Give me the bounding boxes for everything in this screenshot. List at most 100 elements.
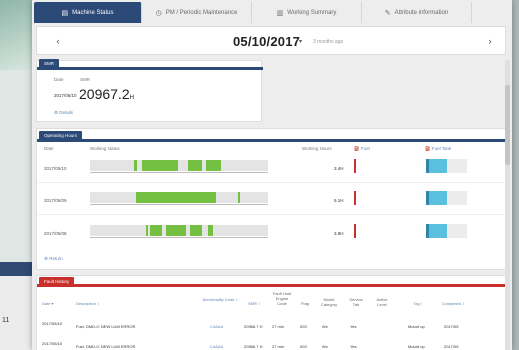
- fuel-tank-level-edge: [426, 159, 429, 173]
- working-segment: [150, 225, 162, 236]
- tab-label: Attribute information: [394, 9, 449, 16]
- next-date-button[interactable]: ›: [477, 36, 503, 46]
- working-segment: [190, 225, 202, 236]
- working-segment: [208, 225, 213, 236]
- column-header-description[interactable]: Description ↕: [76, 301, 130, 306]
- working-segment: [206, 160, 221, 171]
- fault-row-description: Fuel, DMD-0: NEW LUM ERROR: [76, 324, 136, 329]
- fuel-tank-level: [426, 191, 447, 205]
- working-segment: [136, 192, 216, 203]
- working-segment: [188, 160, 202, 171]
- fault-history-panel: Fault History: [36, 275, 507, 350]
- date-navigation-bar: ‹ 05/10/2017 ▾ 3 months ago ›: [36, 26, 506, 55]
- fault-row-description: Fuel, DMD-0: NEW LUM ERROR: [76, 344, 136, 349]
- scrollbar-thumb[interactable]: [505, 85, 510, 165]
- smr-value: 20967.2H: [79, 86, 134, 102]
- column-header-working-hours: Working Hours: [302, 146, 332, 151]
- working-segment: [134, 160, 137, 171]
- row-divider: [38, 182, 504, 183]
- fault-row-code[interactable]: C4AAA: [210, 344, 223, 349]
- fault-row-completed: 2017/05: [444, 324, 459, 329]
- column-header-model-category: Model Category: [320, 297, 338, 307]
- fault-row-code[interactable]: C4AAA: [210, 324, 223, 329]
- fault-row-tag: Mount up: [408, 344, 425, 349]
- fuel-indicator: [354, 224, 356, 238]
- panel-tag: SMR: [39, 59, 59, 68]
- column-header-working-status: Working status: [90, 146, 120, 151]
- column-header-tag[interactable]: Tag ↕: [408, 301, 428, 306]
- smr-details-link[interactable]: ⚙ Details: [54, 110, 73, 116]
- column-header-flag: Flag: [301, 301, 309, 306]
- tab-label: Working Summary: [287, 9, 337, 16]
- fault-row-date: 2017/05/10: [42, 341, 63, 346]
- row-date: 2017/05/09: [44, 198, 67, 203]
- tab-working-summary[interactable]: ▥ Working Summary: [252, 2, 362, 23]
- fault-row-smr: 20966.7 H: [244, 324, 263, 329]
- timeline-axis: [90, 172, 268, 175]
- working-status-timeline: [90, 192, 268, 203]
- panel-header-bar: [37, 284, 507, 287]
- clock-icon: ◷: [155, 9, 162, 17]
- row-divider: [38, 214, 504, 215]
- background-number: 11: [2, 317, 10, 324]
- tag-icon: ✎: [384, 9, 391, 17]
- panel-header-bar: [37, 67, 263, 70]
- fault-row-smr: 20966.7 H: [244, 344, 263, 349]
- fault-row-date: 2017/05/10: [42, 321, 63, 326]
- column-header-smr[interactable]: SMR ↕: [244, 301, 264, 306]
- column-header-active-level: Active Level: [376, 297, 388, 307]
- machine-status-window: ▤ Machine Status ◷ PM / Periodic Mainten…: [32, 0, 512, 350]
- column-header-completed[interactable]: Completed ↕: [432, 301, 474, 306]
- fault-row-flag: 003: [300, 324, 307, 329]
- column-header-abnormality-code[interactable]: Abnormality Code ↕: [200, 297, 240, 302]
- background-map-image: [0, 0, 32, 70]
- row-working-hours: 3.4H: [334, 166, 344, 171]
- working-segment: [238, 192, 240, 203]
- column-header-date: Date: [44, 146, 54, 151]
- fault-row-hold: 27 min: [272, 344, 285, 349]
- operating-hours-return-link[interactable]: ⚙ Return: [44, 256, 63, 262]
- tab-periodic-maintenance[interactable]: ◷ PM / Periodic Maintenance: [142, 2, 252, 23]
- tab-attribute-information[interactable]: ✎ Attribute information: [362, 2, 472, 23]
- smr-date-label: Date: [54, 77, 64, 82]
- fault-row-service: Yes: [350, 324, 357, 329]
- fault-row-model: Wx: [322, 344, 328, 349]
- fuel-tank-level-edge: [426, 191, 429, 205]
- fault-row-model: Wx: [322, 324, 328, 329]
- smr-label: SMR: [80, 77, 90, 82]
- working-segment: [166, 225, 186, 236]
- tab-label: Machine Status: [72, 9, 114, 16]
- column-header-fault-hold: Fault Hold Engine Code: [272, 291, 292, 306]
- relative-date-text: 3 months ago: [313, 39, 344, 45]
- working-status-timeline: [90, 160, 268, 171]
- column-header-fuel-tank[interactable]: ⛽ Fuel Tank: [425, 146, 451, 152]
- row-working-hours: 3.8H: [334, 231, 344, 236]
- column-header-date[interactable]: Date ▾: [42, 301, 66, 306]
- fault-row-tag: Mount up: [408, 324, 425, 329]
- fault-row-service: Yes: [350, 344, 357, 349]
- tab-machine-status[interactable]: ▤ Machine Status: [34, 2, 142, 23]
- fuel-tank-level: [426, 159, 447, 173]
- background-header-bar: [0, 262, 32, 276]
- document-icon: ▤: [61, 9, 69, 17]
- fault-row-flag: 003: [300, 344, 307, 349]
- chevron-down-icon[interactable]: ▾: [299, 38, 302, 45]
- timeline-axis: [90, 204, 268, 207]
- tab-label: PM / Periodic Maintenance: [165, 9, 238, 16]
- fault-row-hold: 27 min: [272, 324, 285, 329]
- fuel-indicator: [354, 191, 356, 205]
- row-date: 2017/05/08: [44, 231, 67, 236]
- chart-icon: ▥: [276, 9, 284, 17]
- fuel-tank-level: [426, 224, 447, 238]
- column-header-fuel[interactable]: ⛽ Fuel: [354, 146, 370, 152]
- row-working-hours: 5.1H: [334, 198, 344, 203]
- working-segment: [142, 160, 178, 171]
- column-header-service-tab: Service Tab: [349, 297, 363, 307]
- previous-date-button[interactable]: ‹: [45, 36, 71, 46]
- panel-header-bar: [37, 139, 507, 142]
- fault-row-completed: 2017/05: [444, 344, 459, 349]
- fuel-tank-level-edge: [426, 224, 429, 238]
- selected-date[interactable]: 05/10/2017: [233, 34, 300, 49]
- panel-tag: Fault History: [39, 277, 75, 286]
- working-segment: [146, 225, 148, 236]
